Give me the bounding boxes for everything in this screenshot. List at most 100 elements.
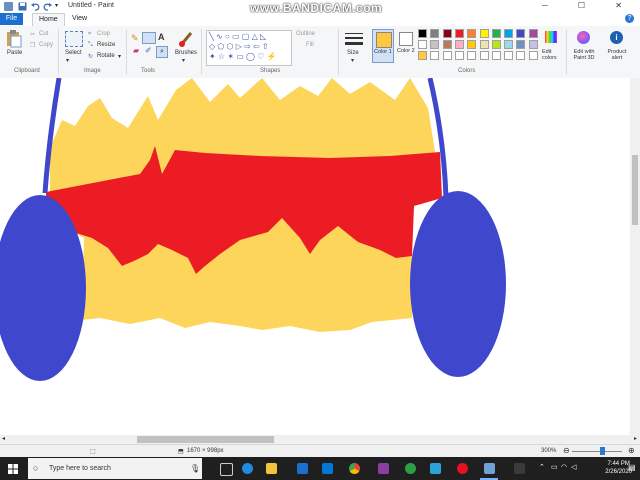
product-alert-button[interactable]: Product alert [604,49,630,61]
wifi-icon[interactable]: ◠ [561,463,567,471]
palette-swatch[interactable] [491,29,501,38]
windows-start-icon[interactable] [8,464,18,474]
palette-swatch[interactable] [528,29,538,38]
palette-swatch[interactable] [491,40,501,49]
copy-button[interactable]: Copy [39,42,53,48]
edge-browser-icon[interactable] [242,463,253,474]
palette-swatch[interactable] [528,51,538,60]
palette-swatch[interactable] [418,40,427,49]
show-hidden-icons-icon[interactable]: ⌃ [539,463,545,471]
chrome-icon[interactable] [349,463,360,474]
tab-home[interactable]: Home [32,13,65,26]
tab-view[interactable]: View [66,13,93,25]
cut-icon[interactable]: ✂ [30,31,35,38]
brushes-icon[interactable] [178,30,196,48]
palette-swatch[interactable] [467,40,477,49]
palette-swatch[interactable] [430,40,440,49]
palette-swatch[interactable] [479,29,489,38]
shapes-gallery[interactable]: ╲ ∿ ○ ▭ ▢ △ ◺ ◇ ⬠ ⬡ ▷ ⇨ ⇦ ⇧ ✦ ☆ ✶ ▭ ◯ ♡ … [206,30,292,66]
palette-swatch[interactable] [454,40,464,49]
brushes-dropdown-icon[interactable]: ▾ [182,57,185,64]
photos-icon[interactable] [430,463,441,474]
select-button[interactable]: Select [65,50,82,56]
edit-colors-icon[interactable] [545,31,557,43]
media-app-icon[interactable] [378,463,389,474]
mail-icon[interactable] [322,463,333,474]
xbox-icon[interactable] [405,463,416,474]
redo-icon[interactable] [43,2,52,11]
bandicam-icon[interactable] [457,463,468,474]
resize-button[interactable]: Resize [97,42,115,48]
zoom-slider[interactable] [572,451,622,452]
size-button[interactable]: Size [347,50,359,56]
save-icon[interactable] [18,2,27,11]
store-icon[interactable] [297,463,308,474]
edit-with-paint3d-button[interactable]: Edit with Paint 3D [570,49,598,61]
rotate-dropdown-icon[interactable]: ▾ [118,53,121,60]
select-dropdown-icon[interactable]: ▾ [66,57,69,64]
palette-swatch[interactable] [442,29,452,38]
palette-swatch[interactable] [454,29,464,38]
window-controls[interactable]: ─ ☐ ✕ [542,1,636,10]
zoom-out-icon[interactable]: ⊖ [563,446,570,455]
drawing-canvas[interactable] [0,78,630,435]
palette-swatch[interactable] [430,29,440,38]
help-icon[interactable]: ? [625,14,634,23]
resize-icon[interactable]: ⤡ [88,42,93,49]
palette-swatch[interactable] [467,51,477,60]
color2-label[interactable]: Color 2 [397,48,415,54]
crop-button[interactable]: Crop [97,31,110,37]
paste-icon[interactable] [6,30,22,48]
file-explorer-icon[interactable] [266,463,277,474]
palette-swatch[interactable] [479,40,489,49]
notifications-icon[interactable]: ▤ [628,463,636,472]
outline-button[interactable]: Outline [296,31,315,37]
palette-swatch[interactable] [516,29,526,38]
paint-taskbar-icon[interactable] [484,463,495,474]
customize-qat-icon[interactable]: ▾ [55,2,64,11]
zoom-in-icon[interactable]: ⊕ [628,446,635,455]
brushes-button[interactable]: Brushes [175,50,197,56]
palette-swatch[interactable] [418,51,427,60]
pencil-icon[interactable]: ✎ [131,33,139,44]
eraser-icon[interactable]: ▰ [133,46,139,55]
fill-bucket-icon[interactable] [142,32,156,44]
palette-swatch[interactable] [442,40,452,49]
undo-icon[interactable] [31,2,40,11]
cut-button[interactable]: Cut [39,31,48,37]
palette-swatch[interactable] [491,51,501,60]
palette-swatch[interactable] [479,51,489,60]
text-tool-icon[interactable]: A [158,32,165,42]
horizontal-scroll-thumb[interactable] [137,436,274,443]
vertical-scroll-thumb[interactable] [632,155,638,225]
palette-swatch[interactable] [418,29,427,38]
zoom-slider-thumb[interactable] [600,447,605,455]
palette-swatch[interactable] [442,51,452,60]
copy-icon[interactable]: ❐ [30,42,35,49]
rotate-button[interactable]: Rotate [97,53,115,59]
palette-swatch[interactable] [504,51,514,60]
palette-swatch[interactable] [504,40,514,49]
palette-swatch[interactable] [528,40,538,49]
rotate-icon[interactable]: ↻ [88,53,93,60]
fill-button[interactable]: Fill [306,42,314,48]
scroll-right-icon[interactable]: ▸ [634,435,637,442]
select-icon[interactable] [65,31,83,47]
size-dropdown-icon[interactable]: ▾ [351,57,354,64]
paint3d-icon[interactable] [577,31,590,44]
battery-icon[interactable]: ▭ [551,463,558,471]
tab-file[interactable]: File [0,13,23,25]
palette-swatch[interactable] [454,51,464,60]
microphone-icon[interactable]: 🎙 [190,464,200,473]
app-icon[interactable] [514,463,525,474]
crop-icon[interactable]: ⌗ [88,31,91,38]
volume-icon[interactable]: ◁ [571,463,576,471]
horizontal-scrollbar[interactable]: ◂ ▸ [0,435,640,444]
scroll-left-icon[interactable]: ◂ [2,435,5,442]
color2-swatch[interactable] [399,32,413,46]
palette-swatch[interactable] [504,29,514,38]
palette-swatch[interactable] [516,40,526,49]
color-picker-icon[interactable]: ✐ [145,46,152,55]
info-icon[interactable]: i [610,31,623,44]
edit-colors-button[interactable]: Edit colors [542,49,562,61]
